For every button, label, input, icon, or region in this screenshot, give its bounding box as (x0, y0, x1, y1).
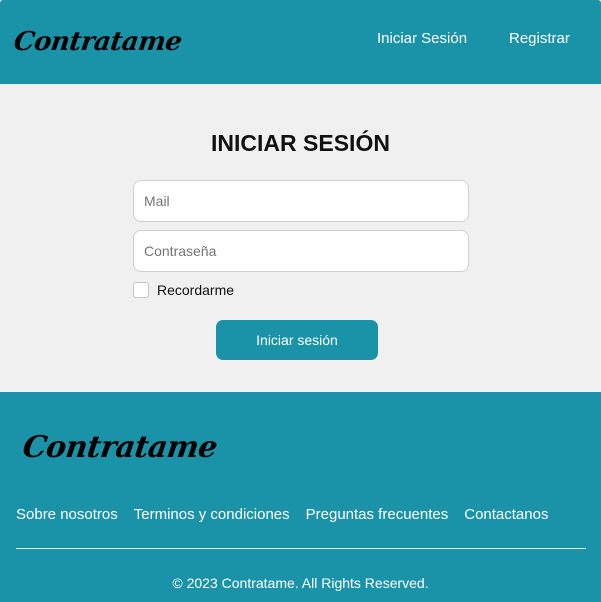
remember-me-checkbox[interactable] (133, 282, 149, 298)
copyright-text: © 2023 Contratame. All Rights Reserved. (172, 575, 429, 591)
footer-links: Sobre nosotros Terminos y condiciones Pr… (16, 506, 564, 523)
footer-logo[interactable]: Contratame (21, 430, 220, 465)
remember-me-label[interactable]: Recordarme (157, 282, 234, 298)
nav-register-link[interactable]: Registrar (509, 30, 570, 47)
site-header: Contratame Iniciar Sesión Registrar (0, 0, 601, 84)
footer-link-about[interactable]: Sobre nosotros (16, 506, 118, 523)
remember-me-row: Recordarme (133, 281, 234, 299)
header-logo[interactable]: Contratame (12, 27, 184, 57)
nav-login-link[interactable]: Iniciar Sesión (377, 30, 467, 47)
footer-link-terms[interactable]: Terminos y condiciones (134, 506, 290, 523)
footer-link-contact[interactable]: Contactanos (464, 506, 548, 523)
password-input[interactable] (133, 230, 469, 272)
login-submit-button[interactable]: Iniciar sesión (216, 320, 378, 360)
footer-link-faq[interactable]: Preguntas frecuentes (306, 506, 449, 523)
mail-input[interactable] (133, 180, 469, 222)
site-footer: Contratame Sobre nosotros Terminos y con… (0, 392, 601, 602)
footer-divider (16, 548, 586, 549)
page-title: INICIAR SESIÓN (211, 130, 390, 156)
